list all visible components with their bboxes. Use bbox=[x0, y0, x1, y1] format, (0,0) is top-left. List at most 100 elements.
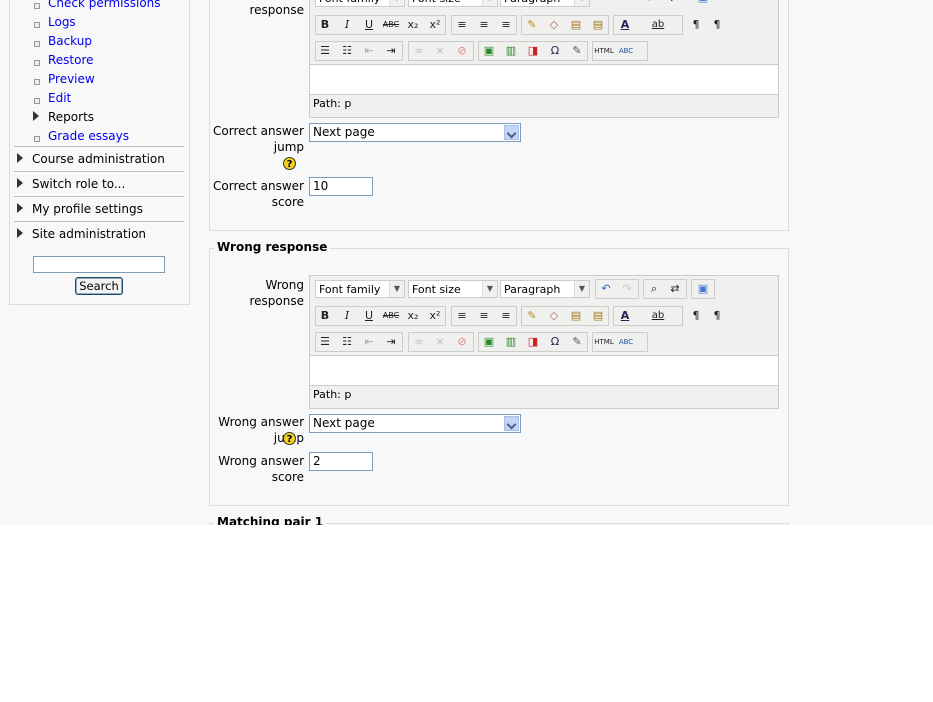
nolink-icon[interactable]: ⊘ bbox=[452, 332, 472, 352]
format-select[interactable]: Paragraph▼ bbox=[500, 0, 590, 7]
tex-icon[interactable]: ◨ bbox=[523, 41, 543, 61]
special-char-icon[interactable]: Ω bbox=[545, 41, 565, 61]
redo-icon[interactable]: ↷ bbox=[617, 279, 637, 299]
media-icon[interactable]: ▥ bbox=[501, 41, 521, 61]
wrong-answer-jump-select[interactable]: Next page bbox=[309, 414, 521, 433]
chevron-down-icon[interactable]: ▼ bbox=[389, 281, 404, 297]
align-center-icon[interactable]: ≡ bbox=[474, 306, 494, 326]
chevron-down-icon[interactable] bbox=[504, 125, 519, 140]
font-size-select[interactable]: Font size▼ bbox=[408, 280, 498, 298]
image-icon[interactable]: ▣ bbox=[479, 332, 499, 352]
link-icon[interactable]: ∞ bbox=[409, 332, 429, 352]
replace-icon[interactable]: ⇄ bbox=[665, 279, 685, 299]
text-color-icon[interactable]: A bbox=[615, 306, 635, 326]
sidebar-item-logs[interactable]: Logs bbox=[48, 15, 76, 29]
eraser-icon[interactable]: ◇ bbox=[544, 15, 564, 35]
wrong-response-text-area[interactable] bbox=[310, 355, 778, 386]
sidebar-item-backup[interactable]: Backup bbox=[48, 34, 92, 48]
ltr-icon[interactable]: ¶ bbox=[686, 306, 706, 326]
undo-icon[interactable]: ↶ bbox=[598, 0, 618, 8]
section-label[interactable]: My profile settings bbox=[32, 202, 143, 216]
paste-word-icon[interactable]: ▤ bbox=[588, 15, 608, 35]
redo-icon[interactable]: ↷ bbox=[616, 0, 636, 8]
sidebar-item-preview[interactable]: Preview bbox=[48, 72, 95, 86]
highlight-color-icon[interactable]: ab bbox=[648, 306, 668, 326]
outdent-icon[interactable]: ⇤ bbox=[359, 332, 379, 352]
help-icon[interactable]: ? bbox=[283, 432, 296, 445]
underline-icon[interactable]: U bbox=[359, 15, 379, 35]
undo-icon[interactable]: ↶ bbox=[596, 279, 616, 299]
paste-word-icon[interactable]: ▤ bbox=[588, 306, 608, 326]
replace-icon[interactable]: ⇄ bbox=[664, 0, 684, 8]
unlink-icon[interactable]: ⨯ bbox=[430, 332, 450, 352]
chevron-down-icon[interactable]: ▼ bbox=[482, 0, 497, 6]
admin-search-input[interactable] bbox=[33, 256, 165, 273]
italic-icon[interactable]: I bbox=[337, 306, 357, 326]
html-source-icon[interactable]: HTML bbox=[594, 332, 614, 352]
numbered-list-icon[interactable]: ☷ bbox=[337, 332, 357, 352]
numbered-list-icon[interactable]: ☷ bbox=[337, 41, 357, 61]
html-source-icon[interactable]: HTML bbox=[594, 41, 614, 61]
text-color-icon[interactable]: A bbox=[615, 15, 635, 35]
align-left-icon[interactable]: ≡ bbox=[452, 15, 472, 35]
unlink-icon[interactable]: ⨯ bbox=[430, 41, 450, 61]
paste-text-icon[interactable]: ▤ bbox=[566, 306, 586, 326]
expand-arrow-icon[interactable] bbox=[17, 228, 23, 238]
align-right-icon[interactable]: ≡ bbox=[496, 15, 516, 35]
chevron-down-icon[interactable]: ▼ bbox=[482, 281, 497, 297]
link-icon[interactable]: ∞ bbox=[409, 41, 429, 61]
expand-arrow-icon[interactable] bbox=[17, 203, 23, 213]
italic-icon[interactable]: I bbox=[337, 15, 357, 35]
subscript-icon[interactable]: x₂ bbox=[403, 15, 423, 35]
eraser-icon[interactable]: ◇ bbox=[544, 306, 564, 326]
section-label[interactable]: Switch role to... bbox=[32, 177, 125, 191]
strikethrough-icon[interactable]: ABC bbox=[381, 306, 401, 326]
edit-html-icon[interactable]: ✎ bbox=[567, 41, 587, 61]
edit-html-icon[interactable]: ✎ bbox=[567, 332, 587, 352]
highlight-color-icon[interactable]: ab bbox=[648, 15, 668, 35]
align-center-icon[interactable]: ≡ bbox=[474, 15, 494, 35]
bold-icon[interactable]: B bbox=[315, 15, 335, 35]
cleanup-icon[interactable]: ✎ bbox=[522, 306, 542, 326]
sidebar-item-edit[interactable]: Edit bbox=[48, 91, 71, 105]
strikethrough-icon[interactable]: ABC bbox=[381, 15, 401, 35]
rtl-icon[interactable]: ¶ bbox=[707, 306, 727, 326]
align-right-icon[interactable]: ≡ bbox=[496, 306, 516, 326]
sidebar-item-check-permissions[interactable]: Check permissions bbox=[48, 0, 161, 10]
correct-answer-score-input[interactable]: 10 bbox=[309, 177, 373, 196]
section-label[interactable]: Site administration bbox=[32, 227, 146, 241]
sidebar-section-course-administration[interactable]: Course administration bbox=[14, 146, 184, 171]
help-icon[interactable]: ? bbox=[283, 157, 296, 170]
rtl-icon[interactable]: ¶ bbox=[707, 15, 727, 35]
indent-icon[interactable]: ⇥ bbox=[381, 332, 401, 352]
expand-arrow-icon[interactable] bbox=[33, 111, 39, 121]
format-select[interactable]: Paragraph▼ bbox=[500, 280, 590, 298]
underline-icon[interactable]: U bbox=[359, 306, 379, 326]
special-char-icon[interactable]: Ω bbox=[545, 332, 565, 352]
sidebar-section-site-administration[interactable]: Site administration bbox=[14, 221, 184, 246]
font-size-select[interactable]: Font size▼ bbox=[408, 0, 498, 7]
sidebar-item-reports[interactable]: Reports bbox=[48, 110, 94, 124]
nolink-icon[interactable]: ⊘ bbox=[452, 41, 472, 61]
sidebar-item-restore[interactable]: Restore bbox=[48, 53, 94, 67]
cleanup-icon[interactable]: ✎ bbox=[522, 15, 542, 35]
search-button[interactable]: Search bbox=[75, 277, 123, 295]
superscript-icon[interactable]: x² bbox=[425, 15, 445, 35]
paste-text-icon[interactable]: ▤ bbox=[566, 15, 586, 35]
superscript-icon[interactable]: x² bbox=[425, 306, 445, 326]
ltr-icon[interactable]: ¶ bbox=[686, 15, 706, 35]
fullscreen-icon[interactable]: ▣ bbox=[693, 279, 713, 299]
outdent-icon[interactable]: ⇤ bbox=[359, 41, 379, 61]
spellcheck-icon[interactable]: ABC bbox=[616, 41, 636, 61]
chevron-down-icon[interactable]: ▼ bbox=[389, 0, 404, 6]
sidebar-section-switch-role[interactable]: Switch role to... bbox=[14, 171, 184, 196]
expand-arrow-icon[interactable] bbox=[17, 178, 23, 188]
sidebar-section-my-profile-settings[interactable]: My profile settings bbox=[14, 196, 184, 221]
bullet-list-icon[interactable]: ☰ bbox=[315, 41, 335, 61]
indent-icon[interactable]: ⇥ bbox=[381, 41, 401, 61]
section-label[interactable]: Course administration bbox=[32, 152, 165, 166]
chevron-down-icon[interactable]: ▼ bbox=[574, 0, 589, 6]
expand-arrow-icon[interactable] bbox=[17, 153, 23, 163]
correct-response-text-area[interactable] bbox=[310, 64, 778, 95]
chevron-down-icon[interactable]: ▼ bbox=[574, 281, 589, 297]
